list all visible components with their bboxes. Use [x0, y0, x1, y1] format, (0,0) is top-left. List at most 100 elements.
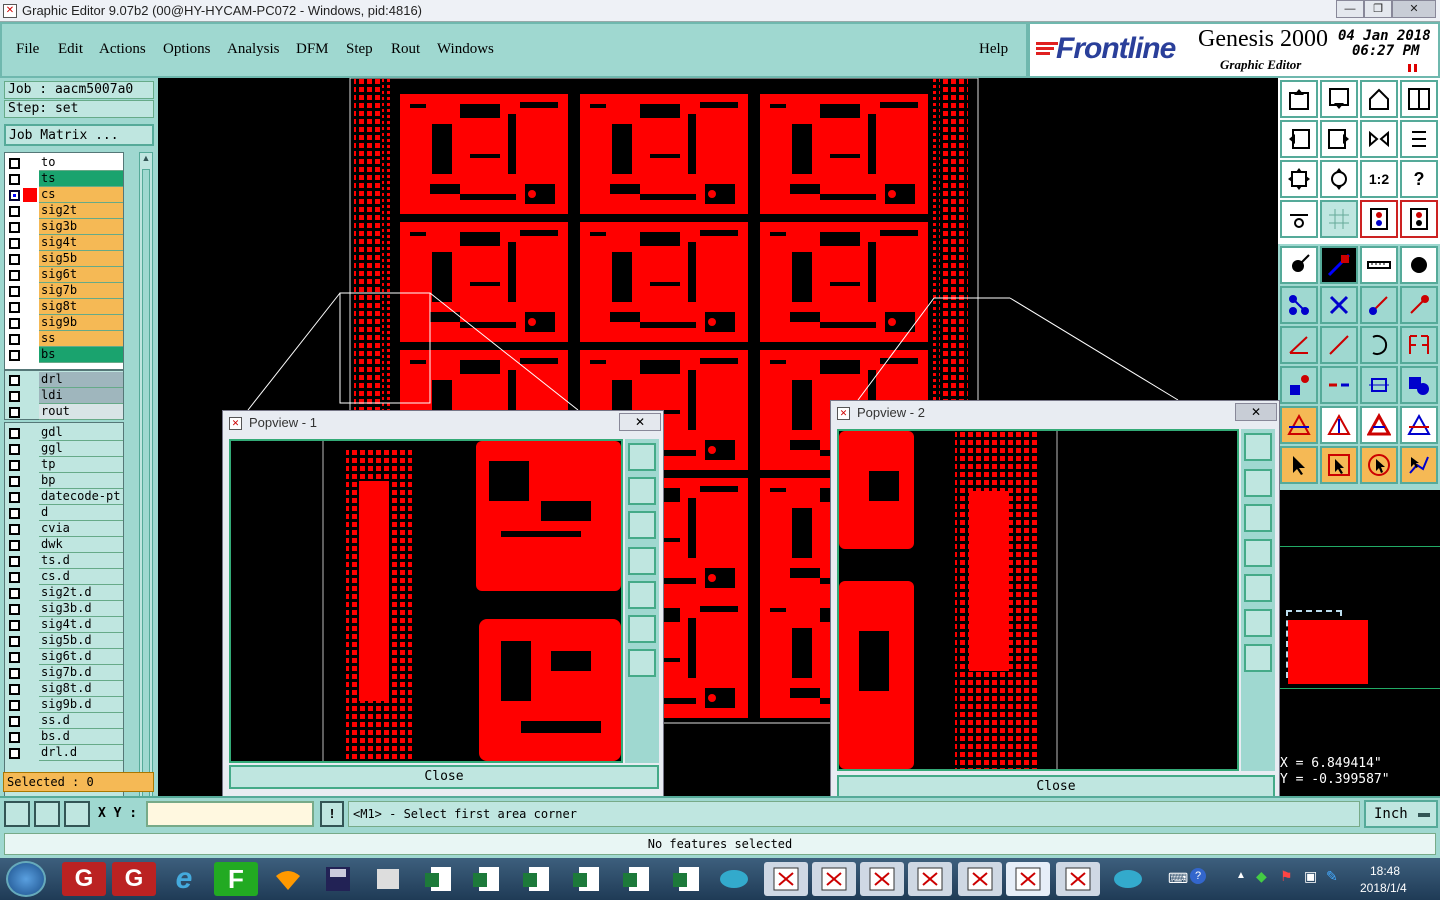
taskbar-excel-6-icon[interactable] [664, 862, 708, 896]
pan-left-icon[interactable] [1280, 120, 1318, 158]
popview-1-close-icon[interactable]: ✕ [619, 413, 661, 431]
layer-name[interactable]: ggl [39, 441, 123, 457]
window-split-icon[interactable] [1400, 80, 1438, 118]
triangle-icon[interactable] [1280, 406, 1318, 444]
layer-row[interactable]: bs [5, 347, 123, 363]
layer-row[interactable]: sig9b [5, 315, 123, 331]
layer-checkbox[interactable] [9, 476, 20, 487]
layer-name[interactable]: sig2t.d [39, 585, 123, 601]
triangle-4-icon[interactable] [1400, 406, 1438, 444]
job-matrix-button[interactable]: Job Matrix ... [4, 124, 154, 146]
xy-input[interactable] [146, 801, 314, 827]
layer-row[interactable]: bs.d [5, 729, 123, 745]
pointer-icon[interactable] [1280, 446, 1318, 484]
node-move-icon[interactable] [1280, 366, 1318, 404]
layer-row[interactable]: rout [5, 404, 123, 420]
pointer-circle-icon[interactable] [1360, 446, 1398, 484]
popview-2-zoom-area-icon[interactable] [1244, 644, 1272, 672]
popview-2-pan-left-icon[interactable] [1244, 539, 1272, 567]
layer-row[interactable]: sig6t [5, 267, 123, 283]
layer-name[interactable]: sig3b.d [39, 601, 123, 617]
menu-windows[interactable]: Windows [437, 41, 494, 58]
popview-1-canvas[interactable] [229, 439, 623, 763]
layer-name[interactable]: sig6t [39, 267, 123, 283]
layer-row[interactable]: cs [5, 187, 123, 203]
layer-name[interactable]: sig4t [39, 235, 123, 251]
layer-checkbox[interactable] [9, 652, 20, 663]
layer-name[interactable]: gdl [39, 425, 123, 441]
layer-row[interactable]: tp [5, 457, 123, 473]
tray-expand-icon[interactable]: ▲ [1236, 870, 1246, 881]
layer-name[interactable]: d [39, 505, 123, 521]
menu-edit[interactable]: Edit [58, 41, 83, 58]
layer-name[interactable]: bs.d [39, 729, 123, 745]
zoom-up-icon[interactable] [1280, 80, 1318, 118]
minimize-button[interactable]: — [1336, 0, 1364, 18]
layer-name[interactable]: tp [39, 457, 123, 473]
layer-display-icon[interactable] [1360, 200, 1398, 238]
mirror-icon[interactable] [1360, 120, 1398, 158]
layer-checkbox[interactable] [9, 508, 20, 519]
clock-time[interactable]: 18:48 [1370, 864, 1400, 878]
taskbar-window-7-icon[interactable] [1056, 862, 1100, 896]
clock-date[interactable]: 2018/1/4 [1360, 881, 1407, 895]
layer-checkbox[interactable] [9, 716, 20, 727]
start-button[interactable] [6, 861, 46, 897]
layer-checkbox[interactable] [9, 492, 20, 503]
layer-name[interactable]: dwk [39, 537, 123, 553]
layer-checkbox[interactable] [9, 732, 20, 743]
layer-row[interactable]: drl [5, 372, 123, 388]
popview-1-close-button[interactable]: Close [229, 765, 659, 789]
layer-checkbox[interactable] [9, 254, 20, 265]
line-node-2-icon[interactable] [1400, 286, 1438, 324]
line-node-icon[interactable] [1360, 286, 1398, 324]
layer-row[interactable]: cvia [5, 521, 123, 537]
layer-checkbox[interactable] [9, 407, 20, 418]
taskbar-fish-2-icon[interactable] [1106, 862, 1150, 896]
layer-checkbox[interactable] [9, 375, 20, 386]
layer-name[interactable]: cvia [39, 521, 123, 537]
popview-1-pan-down-icon[interactable] [628, 511, 656, 539]
layer-row[interactable]: sig2t.d [5, 585, 123, 601]
layer-row[interactable]: cs.d [5, 569, 123, 585]
layer-checkbox[interactable] [9, 748, 20, 759]
layer-checkbox[interactable] [9, 391, 20, 402]
menu-help[interactable]: Help [979, 41, 1008, 58]
layer-checkbox[interactable] [9, 636, 20, 647]
line-draw-icon[interactable] [1320, 246, 1358, 284]
help-icon[interactable]: ? [1400, 160, 1438, 198]
layer-row[interactable]: d [5, 505, 123, 521]
layer-name[interactable]: sig7b.d [39, 665, 123, 681]
taskbar-genesis-2-icon[interactable]: G [112, 862, 156, 896]
popview-1-pan-up-icon[interactable] [628, 477, 656, 505]
layer-checkbox[interactable] [9, 428, 20, 439]
layer-checkbox[interactable] [9, 524, 20, 535]
scale-one-to-two-icon[interactable]: 1:2 [1360, 160, 1398, 198]
layer-name[interactable]: sig9b.d [39, 697, 123, 713]
layer-row[interactable]: sig8t [5, 299, 123, 315]
layer-checkbox[interactable] [9, 350, 20, 361]
home-view-icon[interactable] [1360, 80, 1398, 118]
taskbar-window-6-icon[interactable] [1006, 862, 1050, 896]
layer-row[interactable]: sig7b [5, 283, 123, 299]
layer-name[interactable]: sig3b [39, 219, 123, 235]
copy-shapes-icon[interactable] [1400, 366, 1438, 404]
popview-2-zoom-fit-icon[interactable] [1244, 609, 1272, 637]
layer-row[interactable]: dwk [5, 537, 123, 553]
taskbar-scroll-icon[interactable] [366, 862, 410, 896]
layer-row[interactable]: to [5, 155, 123, 171]
connect-nodes-icon[interactable] [1280, 286, 1318, 324]
triangle-2-icon[interactable] [1320, 406, 1358, 444]
popview-1-pan-right-icon[interactable] [628, 581, 656, 609]
popview-1-zoom-area-icon[interactable] [628, 649, 656, 677]
taskbar-window-4-icon[interactable] [908, 862, 952, 896]
tray-app-2-icon[interactable]: ⚑ [1280, 868, 1293, 885]
layer-checkbox[interactable] [9, 604, 20, 615]
taskbar-window-2-icon[interactable] [812, 862, 856, 896]
ruler-icon[interactable] [1360, 246, 1398, 284]
layer-name[interactable]: ldi [39, 388, 123, 404]
taskbar-excel-icon[interactable] [416, 862, 460, 896]
layer-checkbox[interactable] [9, 334, 20, 345]
layer-checkbox[interactable] [9, 460, 20, 471]
tray-app-3-icon[interactable]: ✎ [1326, 868, 1338, 885]
